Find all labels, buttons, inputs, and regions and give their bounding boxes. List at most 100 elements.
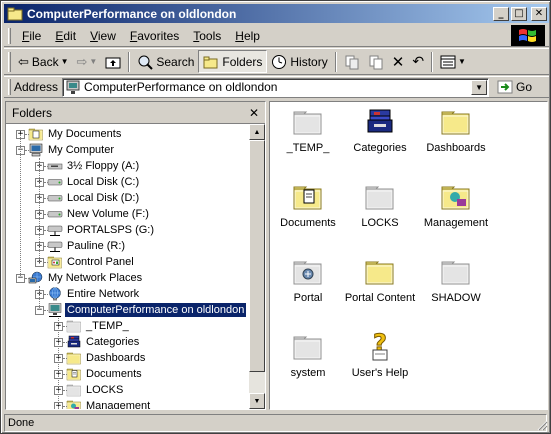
tree-connector [44, 262, 48, 263]
scroll-thumb[interactable] [249, 140, 265, 372]
address-input[interactable]: ComputerPerformance on oldlondon ▼ [62, 77, 490, 97]
undo-button[interactable]: ↶ [408, 50, 428, 73]
addressbar-grip[interactable] [8, 79, 11, 95]
back-button[interactable]: ⇦ Back ▼ [14, 50, 73, 73]
tree-connector [25, 278, 29, 279]
tree-item-label: My Documents [48, 128, 122, 140]
up-folder-button[interactable] [101, 50, 125, 73]
scroll-down-button[interactable]: ▼ [249, 393, 265, 409]
menu-tools[interactable]: Tools [186, 27, 228, 45]
history-label: History [290, 54, 328, 69]
content-item[interactable]: Documents [270, 181, 346, 229]
tree-item[interactable]: +3½ Floppy (A:) [35, 158, 141, 174]
tree-item[interactable]: + Local Disk (C:) [35, 174, 141, 190]
tree-item[interactable]: − ComputerPerformance on oldlondon [35, 302, 248, 318]
network-share-icon [66, 80, 80, 94]
folders-pane-close-icon[interactable]: ✕ [249, 106, 259, 120]
forward-dropdown-icon[interactable]: ▼ [89, 57, 97, 66]
title-bar[interactable]: ComputerPerformance on oldlondon _ □ ✕ [4, 4, 549, 23]
content-item-label: User's Help [351, 367, 409, 379]
hard-drive-icon [47, 211, 63, 218]
resize-grip-icon[interactable] [536, 419, 548, 431]
move-to-icon [345, 55, 359, 69]
folder-icon [293, 336, 322, 360]
tree-connector [63, 406, 67, 407]
tree-item[interactable]: + Entire Network [35, 286, 141, 302]
menu-help[interactable]: Help [228, 27, 267, 45]
delete-button[interactable]: ✕ [388, 50, 409, 73]
content-item[interactable]: Portal [270, 256, 346, 304]
address-dropdown-button[interactable]: ▼ [471, 79, 488, 95]
search-button[interactable]: Search [133, 50, 198, 73]
content-item-label: LOCKS [361, 217, 399, 229]
content-item[interactable]: LOCKS [342, 181, 418, 229]
tree-item[interactable]: + Local Disk (D:) [35, 190, 141, 206]
toolbar-separator [431, 51, 434, 72]
tree-item-label: PORTALSPS (G:) [67, 224, 155, 236]
control-panel-icon [47, 256, 62, 269]
move-to-button[interactable] [340, 50, 364, 73]
scroll-up-button[interactable]: ▲ [249, 124, 265, 140]
content-item[interactable]: SHADOW [418, 256, 494, 304]
folders-button[interactable]: Folders [198, 50, 268, 73]
hard-drive-icon [47, 195, 63, 202]
tree-item-label: Documents [86, 368, 142, 380]
maximize-button[interactable]: □ [511, 6, 527, 21]
tree-item-label: _TEMP_ [86, 320, 129, 332]
content-item-label: Portal [293, 292, 323, 304]
tree-item[interactable]: + Management [54, 398, 152, 409]
back-dropdown-icon[interactable]: ▼ [61, 57, 69, 66]
copy-to-button[interactable] [364, 50, 388, 73]
content-item[interactable]: ? User's Help [342, 331, 418, 379]
tree-item[interactable]: − My Computer [16, 142, 116, 158]
forward-button[interactable]: ⇨ ▼ [73, 50, 102, 73]
windows-logo-icon [511, 25, 545, 46]
content-item[interactable]: Dashboards [418, 106, 494, 154]
menu-favorites[interactable]: Favorites [123, 27, 186, 45]
close-button[interactable]: ✕ [531, 6, 547, 21]
tree-item[interactable]: + Dashboards [54, 350, 147, 366]
tree-item-label: ComputerPerformance on oldlondon [63, 302, 248, 318]
views-dropdown-icon[interactable]: ▼ [458, 57, 466, 66]
tree-item[interactable]: + Pauline (R:) [35, 238, 127, 254]
folder-icon [66, 318, 82, 334]
tree-item[interactable]: − My Network Places [16, 270, 144, 286]
content-item-label: Portal Content [344, 292, 416, 304]
menu-bar: File Edit View Favorites Tools Help [4, 25, 549, 47]
minimize-button[interactable]: _ [493, 6, 509, 21]
tree-item[interactable]: + Control Panel [35, 254, 136, 270]
folder-icon [66, 384, 81, 397]
content-item[interactable]: Management [418, 181, 494, 229]
content-item[interactable]: system [270, 331, 346, 379]
tree-item[interactable]: + New Volume (F:) [35, 206, 151, 222]
go-button[interactable]: Go [497, 80, 532, 94]
tree-item[interactable]: + Categories [54, 334, 141, 350]
menu-edit[interactable]: Edit [48, 27, 83, 45]
network-places-icon [28, 271, 43, 284]
tree-item-label: My Computer [48, 144, 115, 156]
my-computer-icon [29, 143, 43, 157]
categories-icon [367, 109, 393, 133]
tree-item-label: New Volume (F:) [67, 208, 149, 220]
content-item[interactable]: Categories [342, 106, 418, 154]
history-icon [272, 54, 287, 69]
content-item[interactable]: _TEMP_ [270, 106, 346, 154]
tree-item[interactable]: + PORTALSPS (G:) [35, 222, 156, 238]
tree-connector [44, 198, 48, 199]
folder-tree-scrollbar[interactable]: ▲ ▼ [249, 124, 265, 409]
toolbar-grip[interactable] [8, 51, 11, 72]
tree-item[interactable]: + Documents [54, 366, 144, 382]
my-documents-icon [28, 126, 44, 142]
content-item[interactable]: Portal Content [342, 256, 418, 304]
portal-folder-icon [293, 261, 322, 285]
tree-item[interactable]: + My Documents [16, 126, 123, 142]
tree-item-label: Entire Network [67, 288, 140, 300]
status-text-cell: Done [4, 413, 547, 432]
menu-file[interactable]: File [15, 27, 48, 45]
menu-view[interactable]: View [83, 27, 123, 45]
views-button[interactable]: ▼ [436, 50, 470, 73]
history-button[interactable]: History [267, 50, 331, 73]
floppy-drive-icon [47, 163, 63, 170]
tree-connector [44, 246, 48, 247]
menubar-grip[interactable] [8, 27, 11, 44]
